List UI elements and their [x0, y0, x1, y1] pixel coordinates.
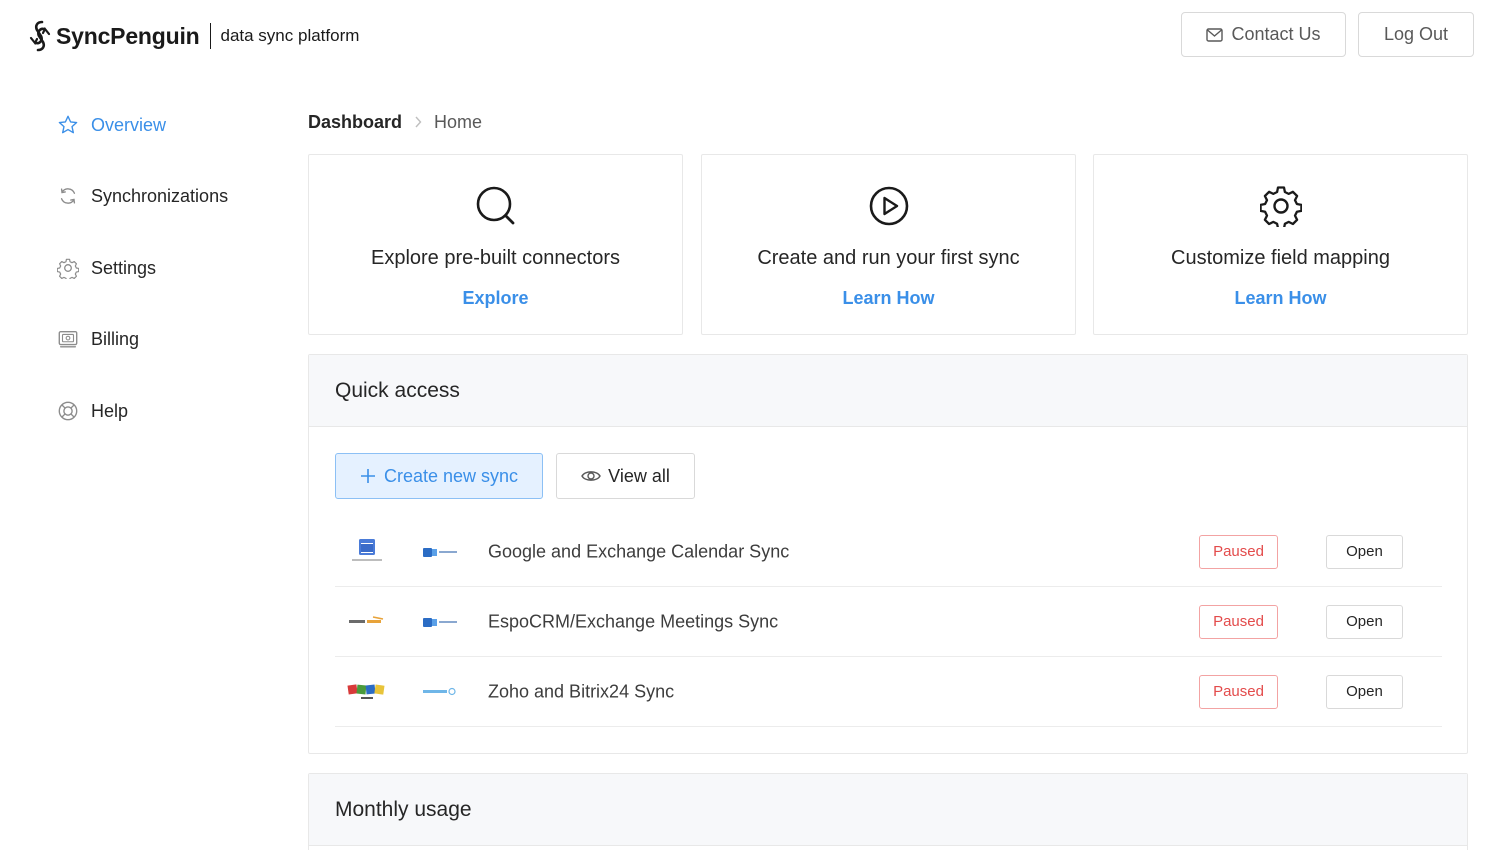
breadcrumb: Dashboard Home	[308, 110, 482, 134]
create-new-sync-button[interactable]: Create new sync	[335, 453, 543, 499]
open-button[interactable]: Open	[1326, 534, 1403, 569]
open-button[interactable]: Open	[1326, 604, 1403, 639]
quick-access-panel: Quick access Create new sync View all Go…	[308, 354, 1468, 754]
explore-link[interactable]: Explore	[309, 288, 682, 309]
sidebar-item-synchronizations[interactable]: Synchronizations	[57, 181, 228, 211]
sidebar-item-settings[interactable]: Settings	[57, 253, 156, 283]
card-field-mapping: Customize field mapping Learn How	[1093, 154, 1468, 335]
log-out-label: Log Out	[1383, 24, 1449, 44]
status-badge-paused: Paused	[1199, 674, 1278, 709]
app-header: SyncPenguin data sync platform Contact U…	[0, 0, 1505, 72]
sidebar-item-label: Help	[91, 400, 129, 421]
sidebar-item-help[interactable]: Help	[57, 396, 128, 426]
brand-divider	[209, 23, 211, 49]
view-all-button[interactable]: View all	[556, 453, 695, 499]
star-icon	[58, 115, 78, 134]
sidebar-item-label: Overview	[91, 114, 167, 135]
contact-us-button[interactable]: Contact Us	[1181, 12, 1346, 57]
sidebar-item-overview[interactable]: Overview	[57, 110, 166, 140]
sidebar-item-billing[interactable]: Billing	[57, 324, 139, 354]
status-badge-paused: Paused	[1199, 534, 1278, 569]
sync-name[interactable]: Google and Exchange Calendar Sync	[488, 541, 789, 562]
learn-how-link[interactable]: Learn How	[1094, 288, 1467, 309]
brand-name: SyncPenguin	[56, 22, 200, 49]
card-title: Explore pre-built connectors	[370, 247, 620, 269]
chevron-right-icon	[414, 116, 422, 128]
sync-icon	[60, 188, 76, 204]
breadcrumb-root[interactable]: Dashboard	[308, 112, 402, 133]
google-calendar-logo	[352, 538, 382, 561]
status-badge-paused: Paused	[1199, 604, 1278, 639]
sync-row[interactable]: EspoCRM/Exchange Meetings Sync Paused Op…	[335, 587, 1442, 657]
espocrm-logo	[349, 615, 384, 623]
sync-row[interactable]: Zoho and Bitrix24 Sync Paused Open	[335, 657, 1442, 727]
sidebar-item-label: Synchronizations	[91, 185, 229, 206]
exchange-logo	[423, 617, 457, 627]
billing-icon	[58, 330, 78, 348]
card-first-sync: Create and run your first sync Learn How	[701, 154, 1076, 335]
card-explore-connectors: Explore pre-built connectors Explore	[308, 154, 683, 335]
contact-us-label: Contact Us	[1231, 24, 1321, 44]
view-all-label: View all	[608, 465, 670, 486]
gear-icon	[1259, 186, 1302, 227]
sidebar-item-label: Settings	[91, 257, 157, 278]
breadcrumb-current: Home	[434, 111, 483, 132]
sync-name[interactable]: EspoCRM/Exchange Meetings Sync	[488, 611, 778, 632]
search-icon	[476, 186, 514, 225]
penguin-logo-icon	[29, 20, 51, 52]
brand-logo[interactable]: SyncPenguin data sync platform	[28, 20, 359, 52]
plus-icon	[360, 469, 375, 483]
learn-how-link[interactable]: Learn How	[702, 288, 1075, 309]
card-title: Customize field mapping	[1171, 247, 1390, 269]
gear-icon	[57, 258, 79, 279]
zoho-crm-logo	[347, 683, 385, 699]
monthly-usage-panel: Monthly usage	[308, 773, 1468, 850]
sync-name[interactable]: Zoho and Bitrix24 Sync	[488, 681, 674, 702]
play-circle-icon	[869, 186, 908, 226]
bitrix24-logo	[423, 687, 456, 695]
create-new-sync-label: Create new sync	[383, 465, 519, 486]
sidebar-item-label: Billing	[91, 328, 140, 349]
sync-row[interactable]: Google and Exchange Calendar Sync Paused…	[335, 517, 1442, 587]
monthly-usage-title: Monthly usage	[309, 774, 1467, 846]
exchange-logo	[423, 547, 457, 557]
brand-tagline: data sync platform	[220, 26, 360, 45]
eye-icon	[581, 471, 601, 481]
quick-access-title: Quick access	[309, 355, 1467, 427]
card-title: Create and run your first sync	[757, 247, 1020, 269]
lifebuoy-icon	[58, 401, 78, 421]
log-out-button[interactable]: Log Out	[1358, 12, 1474, 57]
open-button[interactable]: Open	[1326, 674, 1403, 709]
mail-icon	[1206, 27, 1224, 42]
